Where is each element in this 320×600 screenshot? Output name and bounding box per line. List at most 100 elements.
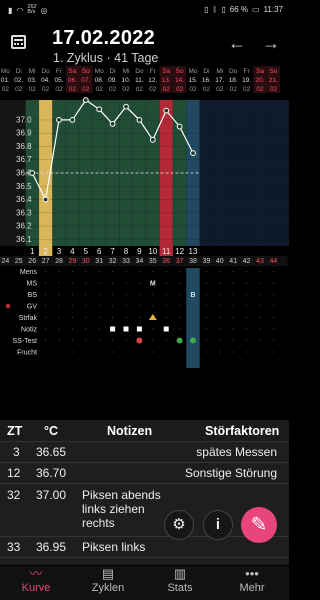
table-row[interactable]: 3 36.65 spätes Messen [0,442,289,463]
grid-dot [272,328,274,330]
cycle-day-label: 6 [97,247,102,256]
table-row[interactable]: 12 36.70 Sonstige Störung [0,463,289,484]
temperature-point [163,107,170,114]
y-tick-label: 36.9 [16,129,32,138]
row-temp: 36.65 [36,445,67,459]
date-label: 19. [242,77,251,84]
cycle-day-label: 9 [137,247,142,256]
grid-dot [192,316,194,319]
nav-kurve[interactable]: 〰 Kurve [0,566,72,600]
month-label: 02 [109,86,117,93]
weekday-label: Fr [150,68,157,75]
weekday-label: Fr [56,68,63,75]
grid-dot [232,293,234,296]
row-temp: 36.70 [36,466,67,480]
weekday-label: Mo [95,68,104,75]
grid-dot [272,316,274,319]
arrow-right-icon[interactable]: → [262,33,280,54]
row-zt: 12 [7,466,21,480]
weekday-label: Di [203,68,209,75]
grid-dot [246,293,248,296]
zt-label: 33 [122,258,130,265]
weekday-label: Mo [1,68,10,75]
grid-dot [205,339,207,342]
temperature-point [176,123,183,130]
grid-dot [219,293,221,296]
grid-dot [71,293,73,296]
grid-dot [219,328,221,330]
month-label: 02 [136,86,144,93]
grid-dot [45,305,47,307]
grid-dot [45,270,47,273]
warning-icon [148,314,157,320]
grid-dot [232,270,234,273]
grid-dot [58,270,60,273]
zt-label: 42 [243,258,251,265]
temperature-point [82,97,89,103]
cycle-day-label: 3 [57,247,62,256]
grid-dot [165,316,167,319]
settings-fab[interactable]: ⚙ [164,510,194,540]
info-fab[interactable]: i [203,510,233,540]
weekday-label: Di [16,68,22,75]
cycle-day-label: 12 [175,247,184,256]
grid-dot [272,305,274,307]
row-factors: spätes Messen [196,445,277,459]
grid-dot [259,339,261,342]
grid-dot [112,339,114,342]
temperature-point [190,150,196,156]
weekday-label: Sa [68,68,76,75]
nav-label: Kurve [21,582,51,594]
cycle-day-label: 5 [84,247,89,256]
nav-label: Stats [167,582,193,594]
grid-dot [192,305,194,307]
cycle-day-label: 10 [148,247,157,256]
grid-dot [205,293,207,296]
grid-dot [138,351,140,353]
bar-chart-icon: ▥ [173,566,187,581]
nav-zyklen[interactable]: ▤ Zyklen [72,566,144,600]
grid-dot [232,305,234,307]
grid-dot [85,305,87,307]
symptom-row-label: MS [27,281,38,288]
grid-dot [58,328,60,330]
arrow-left-icon[interactable]: ← [228,33,246,54]
temperature-point [56,117,62,123]
grid-dot [45,293,47,296]
cycle-day-label: 8 [124,247,129,256]
grid-dot [272,339,274,342]
nav-stats[interactable]: ▥ Stats [144,566,216,600]
y-tick-label: 36.1 [16,235,32,244]
grid-dot [152,293,154,296]
grid-dot [45,351,47,353]
grid-dot [125,339,127,342]
date-label: 13. [162,77,171,84]
row-zt: 33 [7,540,21,554]
temperature-point [42,196,49,203]
row-zt: 3 [13,445,20,459]
grid-dot [125,305,127,307]
grid-dot [165,270,167,273]
temperature-point [69,117,76,123]
grid-dot [138,316,140,319]
month-label: 02 [203,86,211,93]
grid-dot [45,316,47,319]
month-label: 02 [163,86,171,93]
calendar-icon[interactable] [11,35,26,49]
grid-dot [165,339,167,342]
grid-dot [58,351,60,353]
date-title: 17.02.2022 [52,27,156,49]
table-row[interactable]: 33 36.95 Piksen links [0,537,289,558]
nav-mehr[interactable]: ••• Mehr [216,566,288,600]
grid-dot [259,270,261,273]
temperature-chart[interactable]: Mo 01. 02 Di 02. 02 Mi 03. 02 Do 04. 02 Fr 05. 02 Sa 06.… [0,66,289,386]
zt-label: 28 [55,258,63,265]
grid-dot [85,316,87,319]
edit-fab[interactable]: ✎ [241,507,277,543]
month-label: 02 [42,86,50,93]
grid-dot [179,328,181,330]
y-tick-label: 36.4 [16,195,32,204]
grid-dot [112,316,114,319]
symptom-row-label: GV [27,304,37,311]
grid-dot [246,282,248,284]
